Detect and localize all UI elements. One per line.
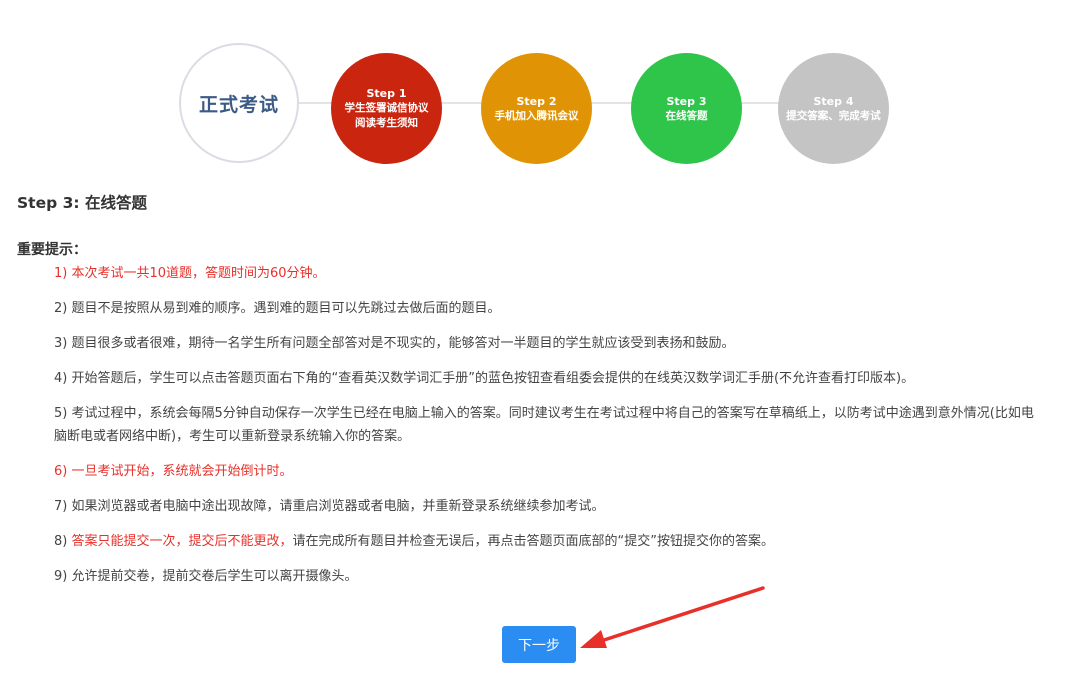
step-1-description: 学生签署诚信协议 阅读考生须知	[344, 102, 429, 129]
notice-item: 5) 考试过程中，系统会每隔5分钟自动保存一次学生已经在电脑上输入的答案。同时建…	[54, 406, 1034, 444]
progress-steps: 正式考试 Step 1 学生签署诚信协议 阅读考生须知 Step 2 手机加入腾…	[0, 0, 1080, 180]
step-2-circle: Step 2 手机加入腾讯会议	[481, 53, 592, 164]
notice-item: 3) 题目很多或者很难，期待一名学生所有问题全部答对是不现实的，能够答对一半题目…	[54, 336, 735, 351]
notice-item: 6) 一旦考试开始，系统就会开始倒计时。	[54, 464, 293, 479]
step-1-circle: Step 1 学生签署诚信协议 阅读考生须知	[331, 53, 442, 164]
exam-instructions-page: 正式考试 Step 1 学生签署诚信协议 阅读考生须知 Step 2 手机加入腾…	[0, 0, 1080, 679]
formal-exam-label: 正式考试	[198, 93, 279, 116]
notice-item-prefix: 8)	[54, 534, 72, 549]
notice-title: 重要提示：	[17, 242, 87, 258]
step-4-number: Step 4	[813, 94, 854, 108]
step-1-number: Step 1	[366, 87, 407, 100]
step-2-number: Step 2	[516, 94, 557, 108]
step-2-description: 手机加入腾讯会议	[494, 109, 579, 122]
notice-item: 4) 开始答题后，学生可以点击答题页面右下角的“查看英汉数学词汇手册”的蓝色按钮…	[54, 371, 915, 386]
step-heading: Step 3: 在线答题	[17, 194, 147, 212]
notice-item: 7) 如果浏览器或者电脑中途出现故障，请重启浏览器或者电脑，并重新登录系统继续参…	[54, 499, 605, 514]
step-3-number: Step 3	[666, 94, 707, 108]
notice-item: 2) 题目不是按照从易到难的顺序。遇到难的题目可以先跳过去做后面的题目。	[54, 301, 501, 316]
step-3-description: 在线答题	[665, 109, 708, 122]
formal-exam-circle: 正式考试	[179, 43, 299, 163]
next-step-button[interactable]: 下一步	[502, 626, 576, 663]
notice-item-warning: 答案只能提交一次，提交后不能更改，	[71, 534, 293, 549]
notice-list: 1) 本次考试一共10道题，答题时间为60分钟。 2) 题目不是按照从易到难的顺…	[54, 262, 1044, 600]
notice-item: 8) 答案只能提交一次，提交后不能更改，请在完成所有题目并检查无误后，再点击答题…	[54, 530, 1044, 553]
notice-item: 1) 本次考试一共10道题，答题时间为60分钟。	[54, 266, 326, 281]
step-4-circle: Step 4 提交答案、完成考试	[778, 53, 889, 164]
step-3-circle: Step 3 在线答题	[631, 53, 742, 164]
notice-item: 9) 允许提前交卷，提前交卷后学生可以离开摄像头。	[54, 569, 358, 584]
notice-item-rest: 请在完成所有题目并检查无误后，再点击答题页面底部的“提交”按钮提交你的答案。	[292, 534, 774, 549]
step-4-description: 提交答案、完成考试	[786, 109, 881, 122]
